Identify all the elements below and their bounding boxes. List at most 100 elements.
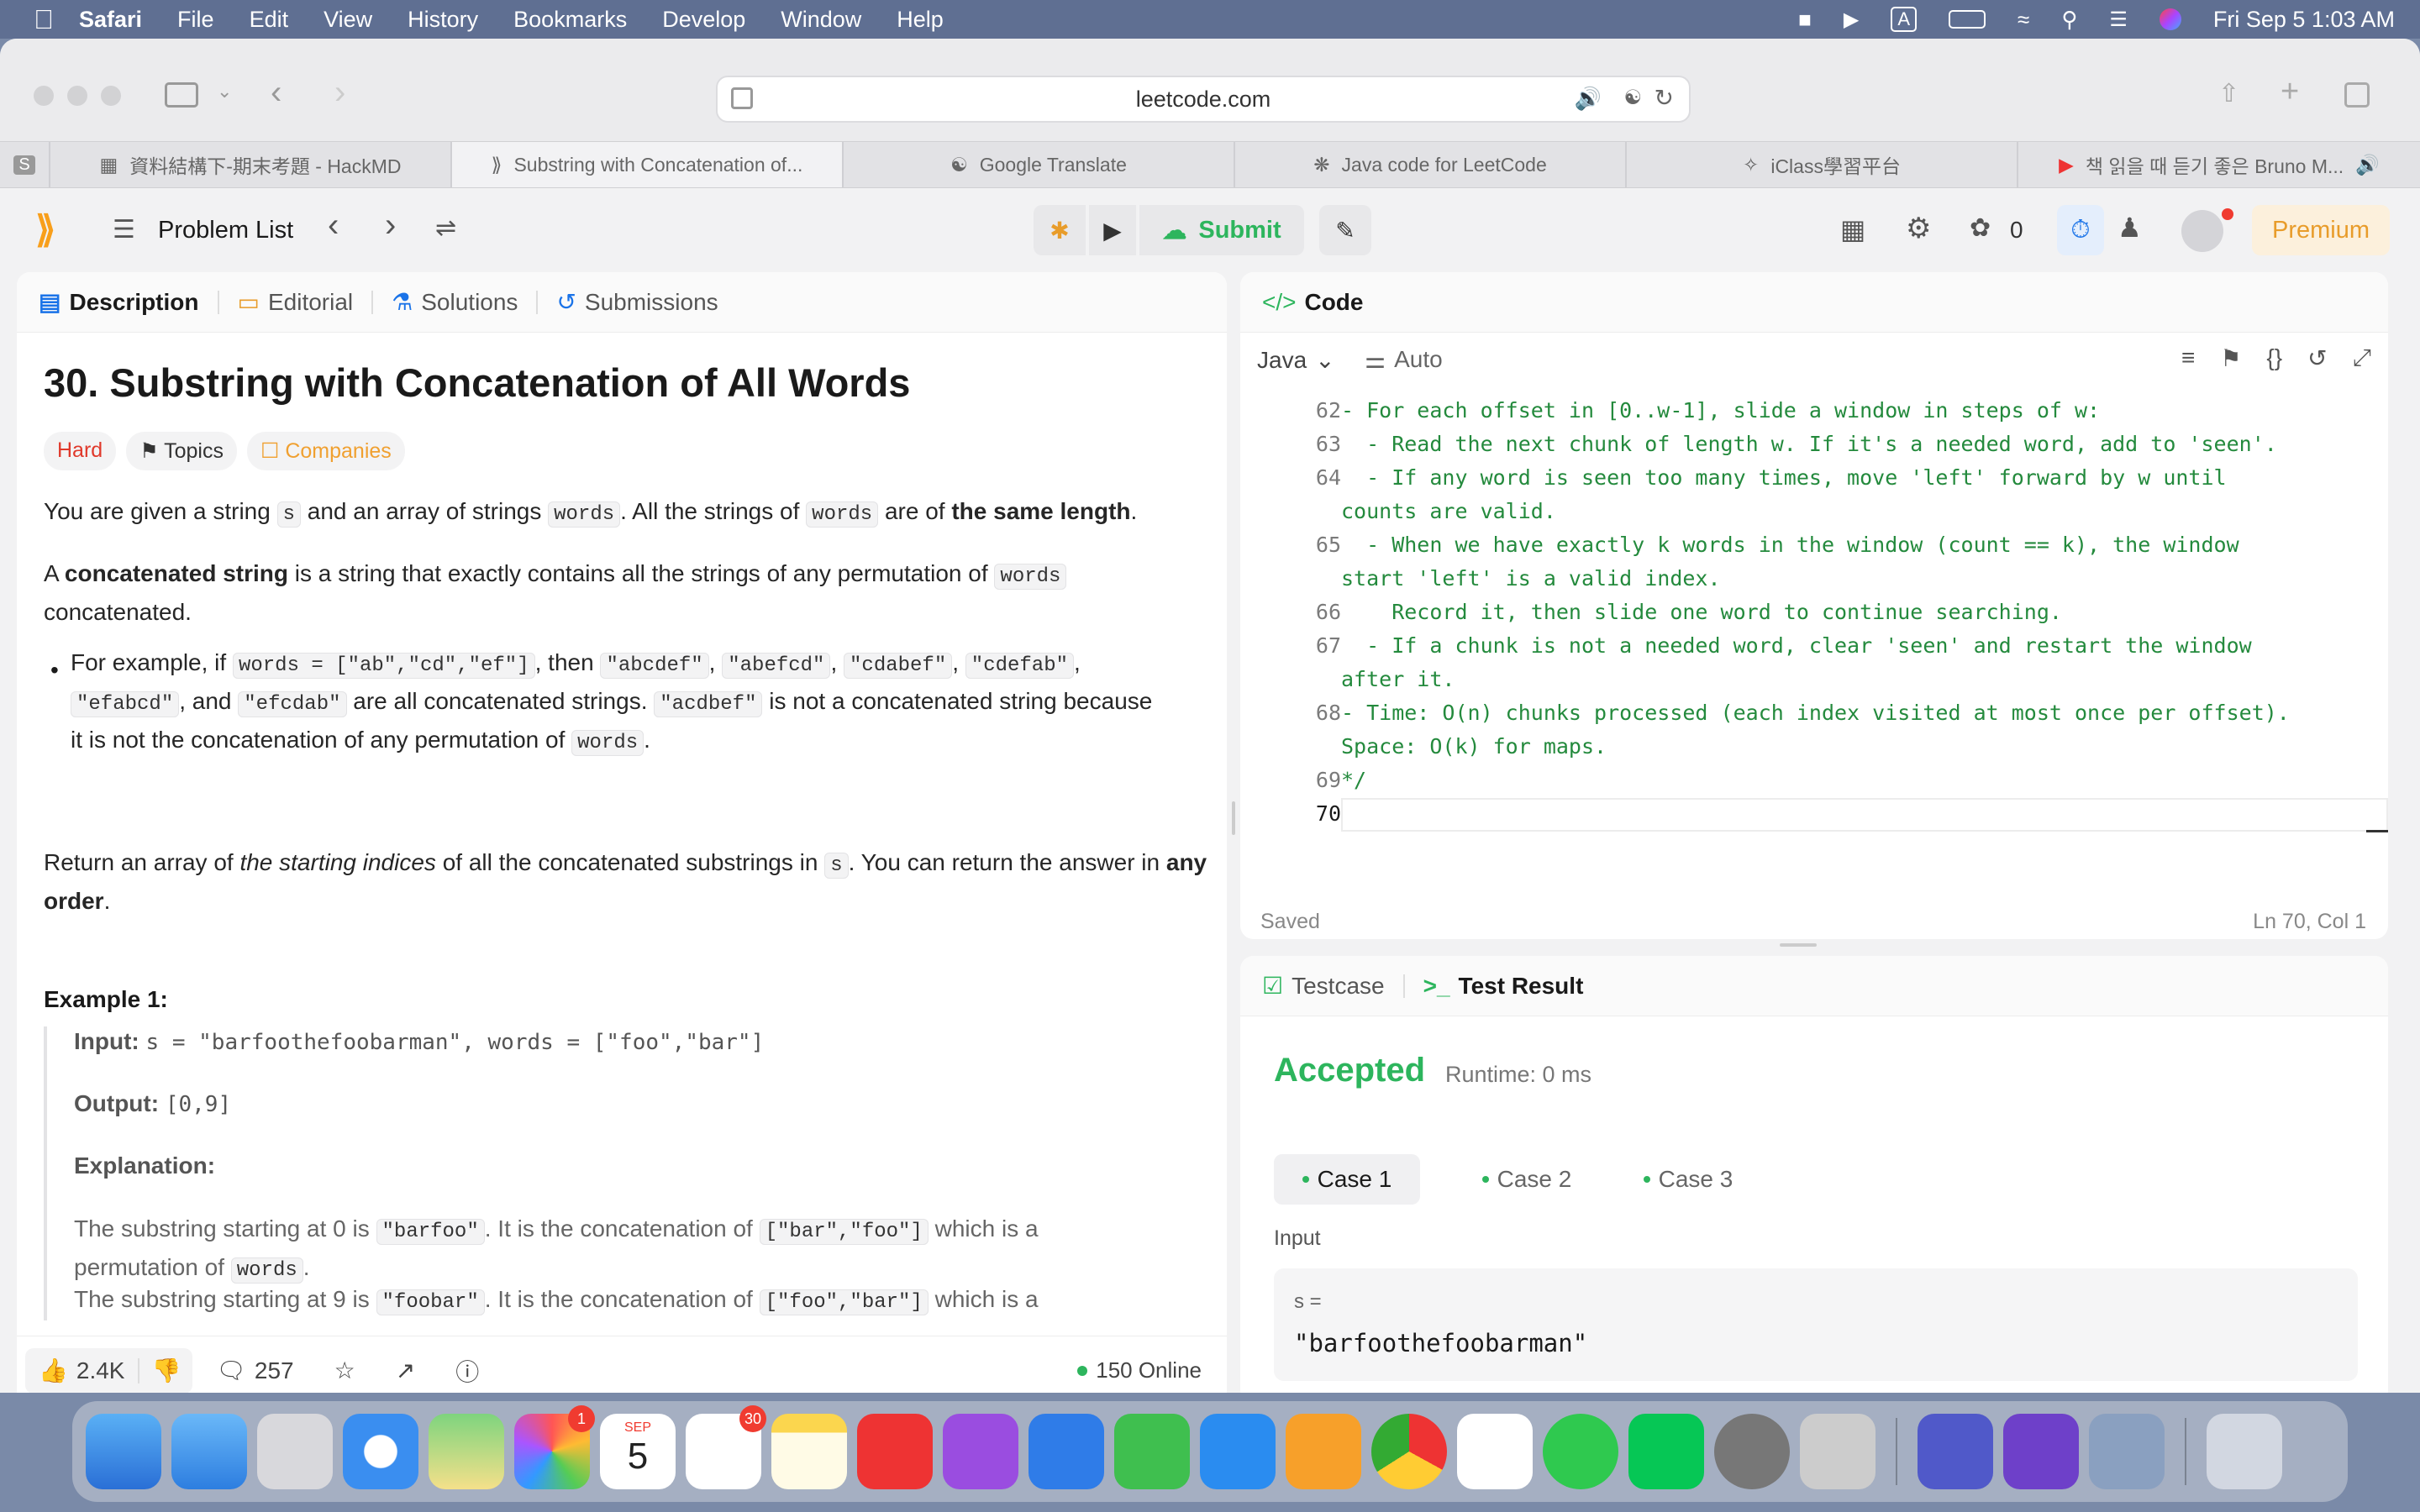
code-line[interactable]: - If a chunk is not a needed word, clear… (1341, 633, 2252, 658)
finder-icon[interactable] (86, 1414, 161, 1489)
line-icon[interactable] (1628, 1414, 1704, 1489)
trash-icon[interactable] (2207, 1414, 2282, 1489)
wifi-icon[interactable]: ≈ (2018, 7, 2029, 33)
menu-help[interactable]: Help (897, 7, 944, 33)
tab-google-translate[interactable]: ☯ Google Translate (844, 142, 1235, 187)
mail-icon[interactable] (171, 1414, 247, 1489)
star-icon[interactable]: ☆ (334, 1357, 355, 1384)
play-icon[interactable]: ▶ (1844, 8, 1859, 32)
audio-playing-icon[interactable]: 🔊 (1575, 86, 1602, 112)
chevron-down-icon[interactable]: ⌄ (217, 81, 232, 102)
keynote-icon[interactable] (1028, 1414, 1104, 1489)
tab-iclass[interactable]: ✧ iClass學習平台 (1627, 142, 2018, 187)
notes-icon[interactable]: ✎ (1319, 205, 1371, 255)
pages-icon[interactable] (1286, 1414, 1361, 1489)
list-icon[interactable]: ☰ (113, 215, 135, 244)
settings-gear-icon[interactable]: ⚙ (1906, 212, 1931, 245)
run-button[interactable]: ▶ (1089, 205, 1136, 255)
thumbs-down-icon[interactable]: 👎 (139, 1357, 192, 1384)
code-line-wrap[interactable]: Space: O(k) for maps. (1341, 734, 1607, 759)
calendar-icon[interactable]: SEP 5 (600, 1414, 676, 1489)
case-1-tab[interactable]: Case 1 (1274, 1154, 1420, 1205)
braces-icon[interactable]: {} (2266, 344, 2282, 372)
iclass-app-icon[interactable] (1457, 1414, 1533, 1489)
photo-booth-icon[interactable] (857, 1414, 933, 1489)
tab-hackmd[interactable]: ▦ 資料結構下-期末考題 - HackMD (50, 142, 452, 187)
menubar-clock[interactable]: Fri Sep 5 1:03 AM (2213, 7, 2395, 33)
share-icon[interactable]: ↗ (396, 1357, 415, 1384)
layout-icon[interactable]: ▦ (1840, 213, 1865, 245)
code-line[interactable]: - Time: O(n) chunks processed (each inde… (1341, 701, 2290, 725)
launchpad-icon[interactable] (257, 1414, 333, 1489)
language-select[interactable]: Java ⌄ (1257, 346, 1335, 374)
new-tab-icon[interactable]: + (2281, 74, 2299, 110)
control-center-icon[interactable]: ☰ (2109, 8, 2128, 32)
add-user-icon[interactable]: ♟ (2118, 212, 2142, 244)
timer-icon[interactable]: ⏱ (2057, 205, 2104, 255)
tab-description[interactable]: ▤ Description (39, 288, 199, 316)
menu-app-name[interactable]: Safari (79, 7, 142, 33)
audio-playing-icon[interactable]: 🔊 (2355, 154, 2380, 176)
premium-button[interactable]: Premium (2252, 205, 2390, 255)
safari-icon[interactable] (343, 1414, 418, 1489)
close-window-button[interactable] (34, 86, 54, 106)
like-count[interactable]: 2.4K (76, 1357, 139, 1384)
input-box[interactable]: s = "barfoothefoobarman" (1274, 1268, 2358, 1381)
tab-solutions[interactable]: ⚗ Solutions (392, 288, 518, 316)
code-line[interactable]: - Read the next chunk of length w. If it… (1341, 432, 2277, 456)
app-store-icon[interactable] (1200, 1414, 1276, 1489)
tab-leetcode[interactable]: ⟫ Substring with Concatenation of... (452, 142, 844, 187)
streak-flame-icon[interactable]: ✿ (1970, 213, 1991, 243)
code-line-wrap[interactable]: start 'left' is a valid index. (1341, 566, 1721, 591)
problem-list-link[interactable]: Problem List (158, 217, 293, 244)
code-line[interactable]: - If any word is seen too many times, mo… (1341, 465, 2227, 490)
battery-icon[interactable] (1949, 10, 1986, 29)
code-line[interactable]: */ (1341, 768, 1366, 792)
tab-chatgpt[interactable]: ❋ Java code for LeetCode (1235, 142, 1627, 187)
system-settings-icon[interactable] (1714, 1414, 1790, 1489)
case-2-tab[interactable]: Case 2 (1454, 1154, 1600, 1205)
reset-icon[interactable]: ↺ (2307, 344, 2327, 372)
help-icon[interactable]: ⓘ (455, 1354, 479, 1388)
menu-bookmarks[interactable]: Bookmarks (513, 7, 627, 33)
whatsapp-icon[interactable] (1543, 1414, 1618, 1489)
numbers-icon[interactable] (1114, 1414, 1190, 1489)
tab-test-result[interactable]: >_ Test Result (1423, 973, 1584, 1000)
reminders-icon[interactable]: 30 (686, 1405, 766, 1489)
submit-button[interactable]: ☁ Submit (1139, 205, 1304, 255)
iphone-mirroring-icon[interactable] (1800, 1414, 1876, 1489)
code-line[interactable]: - For each offset in [0..w-1], slide a w… (1341, 398, 2100, 423)
prev-problem-button[interactable]: ‹ (328, 207, 339, 244)
address-bar[interactable]: leetcode.com 🔊 ☯ ↻ (716, 76, 1691, 123)
comment-icon[interactable]: 🗨 (216, 1357, 246, 1384)
shuffle-icon[interactable]: ⇌ (435, 213, 456, 243)
menu-window[interactable]: Window (781, 7, 861, 33)
code-line[interactable]: Record it, then slide one word to contin… (1341, 600, 2062, 624)
sidebar-toggle-icon[interactable] (165, 82, 198, 108)
forward-button[interactable]: › (334, 74, 345, 112)
minimize-window-button[interactable] (67, 86, 87, 106)
page-menu-icon[interactable] (731, 87, 753, 109)
code-line[interactable]: - When we have exactly k words in the wi… (1341, 533, 2239, 557)
panel-resize-handle[interactable] (1232, 801, 1235, 835)
tab-editorial[interactable]: ▭ Editorial (238, 288, 354, 316)
companies-button[interactable]: ☐ Companies (246, 432, 405, 470)
share-icon[interactable]: ⇧ (2218, 79, 2239, 108)
apple-icon[interactable]:  (34, 4, 54, 35)
search-icon[interactable]: ⚲ (2061, 7, 2077, 33)
translate-icon[interactable]: ☯ (1623, 86, 1642, 110)
podcasts-icon[interactable] (943, 1414, 1018, 1489)
menu-view[interactable]: View (324, 7, 372, 33)
code-editor[interactable]: 62- For each offset in [0..w-1], slide a… (1240, 386, 2388, 874)
github-desktop-icon[interactable] (2003, 1414, 2079, 1489)
teams-status-icon[interactable]: ■ (1798, 7, 1812, 33)
menu-history[interactable]: History (408, 7, 478, 33)
thumbs-up-icon[interactable]: 👍 (25, 1357, 76, 1384)
comment-count[interactable]: 257 (255, 1357, 294, 1384)
problem-title[interactable]: 30. Substring with Concatenation of All … (44, 360, 910, 406)
next-problem-button[interactable]: › (385, 207, 396, 244)
pinned-tab[interactable]: S (0, 142, 50, 187)
case-3-tab[interactable]: Case 3 (1615, 1154, 1761, 1205)
debug-icon[interactable]: ✱ (1034, 205, 1086, 255)
expand-icon[interactable]: ⤢ (2353, 344, 2371, 372)
